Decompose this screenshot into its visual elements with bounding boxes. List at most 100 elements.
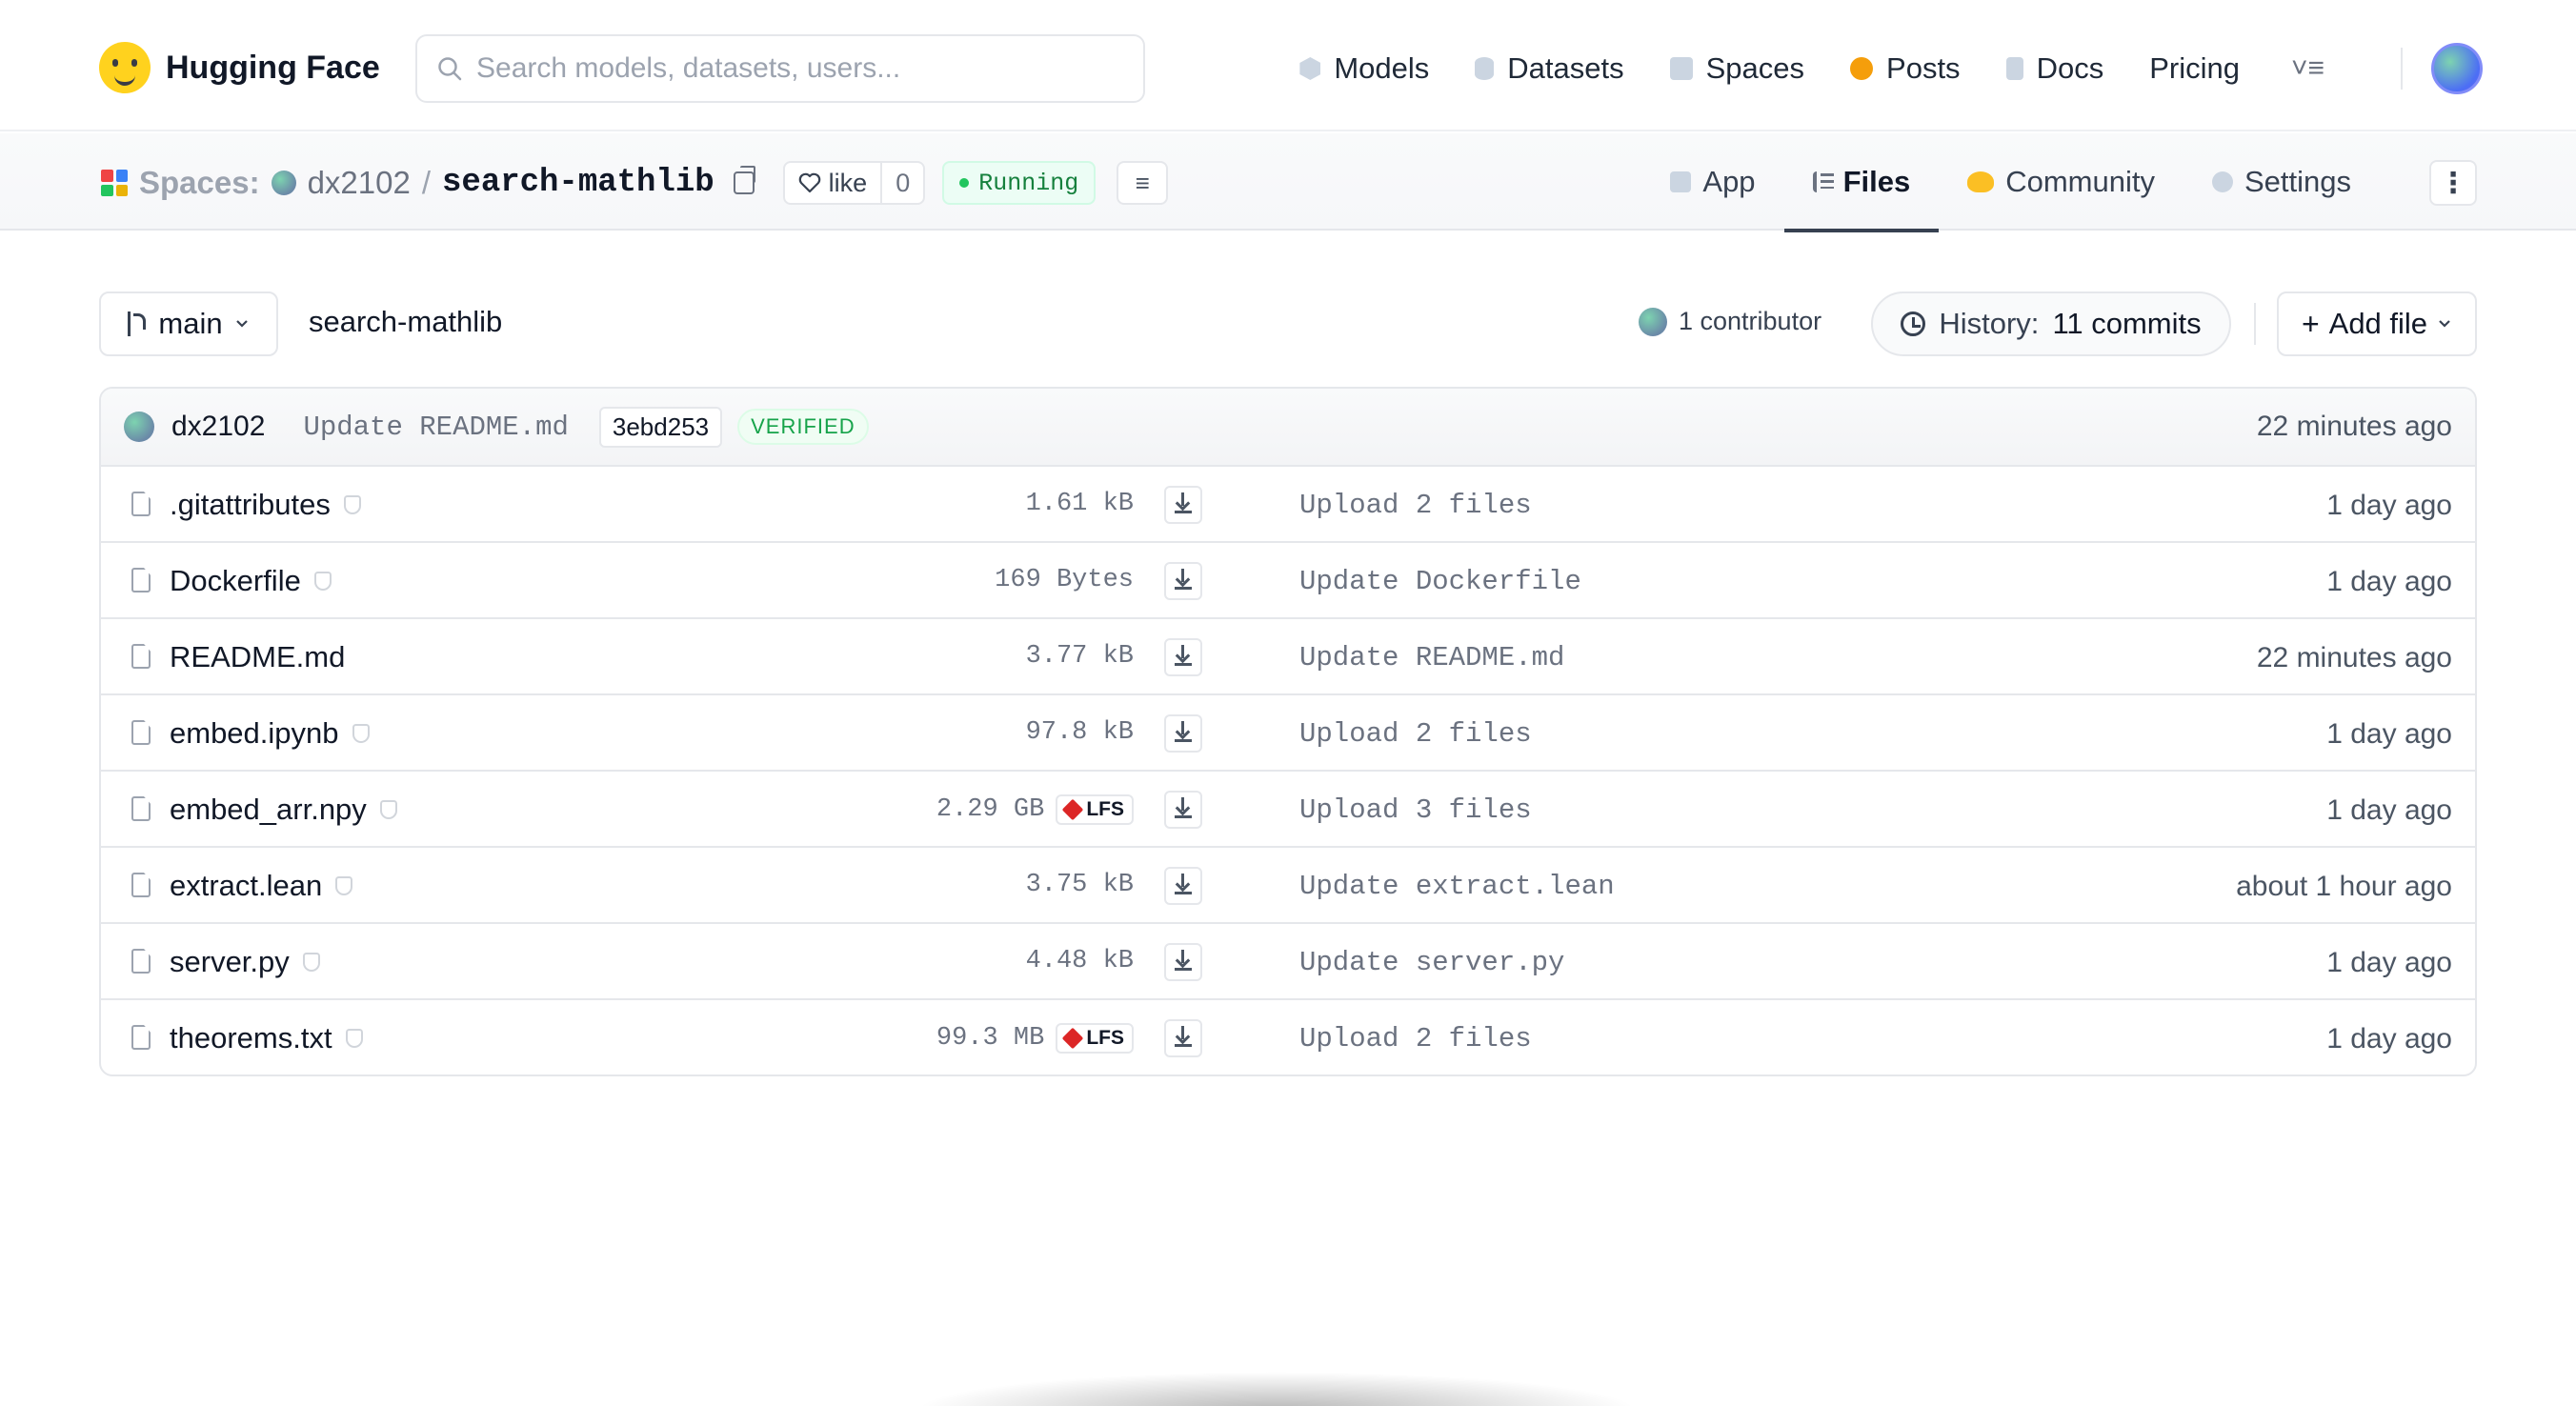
file-name[interactable]: .gitattributes [170,488,331,522]
file-row[interactable]: Dockerfile 169 Bytes Update Dockerfile 1 da… [101,543,2475,619]
file-name-group[interactable]: theorems.txt [170,1021,363,1055]
download-button[interactable] [1164,791,1202,829]
contributors[interactable]: 1 contributor [1639,307,1821,336]
file-name[interactable]: embed.ipynb [170,716,339,751]
logs-button[interactable]: ≡ [1117,161,1169,205]
file-commit-message[interactable]: Update README.md [1299,642,1564,673]
nav-pricing[interactable]: Pricing [2149,51,2240,86]
file-name[interactable]: Dockerfile [170,564,301,598]
commit-author[interactable]: dx2102 [171,411,265,443]
nav-posts[interactable]: Posts [1850,51,1961,86]
breadcrumb: Spaces: dx2102 / search-mathlib like 0 R… [101,160,1169,206]
safety-shield-icon[interactable] [345,1029,363,1048]
file-commit-time: 1 day ago [2326,566,2452,597]
repo-header: Spaces: dx2102 / search-mathlib like 0 R… [0,133,2576,232]
owner-link[interactable]: dx2102 [308,165,411,201]
file-name-group[interactable]: server.py [170,945,320,979]
file-icon [131,796,151,821]
file-row[interactable]: extract.lean 3.75 kB Update extract.lean ab… [101,848,2475,924]
contributor-avatar [1639,307,1667,336]
safety-shield-icon[interactable] [379,800,397,819]
safety-shield-icon[interactable] [335,876,353,895]
repo-path[interactable]: search-mathlib [309,305,502,339]
file-name-group[interactable]: embed.ipynb [170,716,370,751]
download-button[interactable] [1164,867,1202,905]
tab-app[interactable]: App [1641,133,1783,231]
spaces-section-label[interactable]: Spaces: [139,165,260,201]
history-button[interactable]: History: 11 commits [1871,291,2231,356]
file-name-group[interactable]: extract.lean [170,869,353,903]
copy-icon[interactable] [733,166,755,194]
tab-settings[interactable]: Settings [2184,133,2380,231]
file-name-group[interactable]: .gitattributes [170,488,361,522]
nav-spaces[interactable]: Spaces [1669,51,1804,86]
file-row[interactable]: server.py 4.48 kB Update server.py 1 day ag… [101,924,2475,1000]
file-name-group[interactable]: embed_arr.npy [170,793,397,827]
file-commit-time: 1 day ago [2326,794,2452,826]
spaces-icon [1669,57,1693,80]
lfs-badge[interactable]: LFS [1056,1023,1134,1054]
commit-hash[interactable]: 3ebd253 [598,406,723,448]
safety-shield-icon[interactable] [313,572,332,591]
user-avatar[interactable] [2431,43,2483,94]
commit-message[interactable]: Update README.md [303,412,568,443]
file-icon [131,568,151,593]
file-commit-message[interactable]: Upload 3 files [1299,794,1532,826]
file-row[interactable]: theorems.txt 99.3 MB LFS Upload 2 files 1 da… [101,1000,2475,1075]
file-name-group[interactable]: README.md [170,640,345,674]
file-commit-message[interactable]: Upload 2 files [1299,1023,1532,1054]
download-button[interactable] [1164,486,1202,524]
nav-models[interactable]: Models [1299,51,1429,86]
repo-name[interactable]: search-mathlib [442,165,714,201]
tab-files[interactable]: Files [1783,133,1940,232]
file-name[interactable]: embed_arr.npy [170,793,367,827]
bottom-shadow [915,1372,1639,1406]
like-label-group[interactable]: like [785,163,883,203]
more-options-button[interactable]: ⋮ [2429,160,2477,206]
download-button[interactable] [1164,714,1202,753]
file-row[interactable]: embed_arr.npy 2.29 GB LFS Upload 3 files 1 d… [101,772,2475,848]
file-commit-message[interactable]: Update server.py [1299,947,1564,978]
file-row[interactable]: .gitattributes 1.61 kB Upload 2 files 1 day… [101,467,2475,543]
file-commit-message[interactable]: Update Dockerfile [1299,566,1581,597]
repo-tabs: App Files Community Settings [1641,133,2380,232]
safety-shield-icon[interactable] [352,724,370,743]
file-row[interactable]: README.md 3.77 kB Update README.md 22 minut… [101,619,2475,695]
lfs-icon [1062,798,1084,821]
more-menu-icon[interactable]: ˅≡ [2291,52,2324,85]
download-button[interactable] [1164,562,1202,600]
file-name[interactable]: README.md [170,640,345,674]
logs-icon: ≡ [1135,168,1150,197]
download-button[interactable] [1164,1019,1202,1057]
file-name[interactable]: server.py [170,945,290,979]
chevron-down-icon [235,320,248,328]
file-name[interactable]: theorems.txt [170,1021,332,1055]
path-separator: / [421,165,432,200]
add-file-button[interactable]: + Add file [2277,291,2477,356]
verified-badge: VERIFIED [737,409,869,445]
tab-community[interactable]: Community [1939,133,2184,231]
safety-shield-icon[interactable] [343,495,361,514]
file-commit-message[interactable]: Upload 2 files [1299,490,1532,521]
lfs-badge[interactable]: LFS [1056,794,1134,825]
file-name-group[interactable]: Dockerfile [170,564,332,598]
nav-datasets[interactable]: Datasets [1475,51,1624,86]
download-button[interactable] [1164,943,1202,981]
like-button[interactable]: like 0 [782,161,926,205]
file-commit-message[interactable]: Update extract.lean [1299,871,1615,902]
file-icon [131,720,151,745]
nav-docs[interactable]: Docs [2005,51,2103,86]
gear-icon [2211,171,2233,192]
download-button[interactable] [1164,638,1202,676]
search-input[interactable] [476,52,1105,85]
clock-icon [1901,311,1926,336]
brand-logo[interactable]: Hugging Face [99,42,380,93]
file-commit-message[interactable]: Upload 2 files [1299,718,1532,750]
file-row[interactable]: embed.ipynb 97.8 kB Upload 2 files 1 day ag… [101,695,2475,772]
search-box[interactable] [415,34,1145,103]
branch-selector[interactable]: main [99,291,278,356]
file-size: 3.75 kB [1025,871,1134,899]
status-badge[interactable]: Running [942,161,1097,205]
safety-shield-icon[interactable] [302,953,320,972]
file-name[interactable]: extract.lean [170,869,322,903]
